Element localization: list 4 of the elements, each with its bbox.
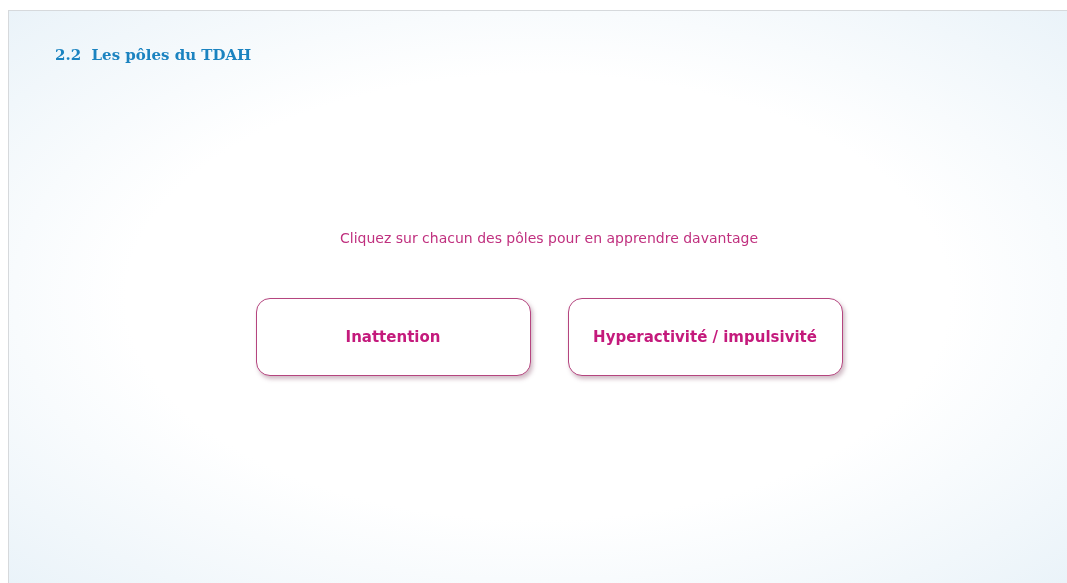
instruction-text: Cliquez sur chacun des pôles pour en apprendre davantage bbox=[340, 230, 758, 246]
pole-button[interactable]: Hyperactivité / impulsivité bbox=[567, 298, 843, 376]
pole-button[interactable]: Inattention bbox=[255, 298, 531, 376]
slide-title: 2.2 Les pôles du TDAH bbox=[55, 46, 252, 64]
